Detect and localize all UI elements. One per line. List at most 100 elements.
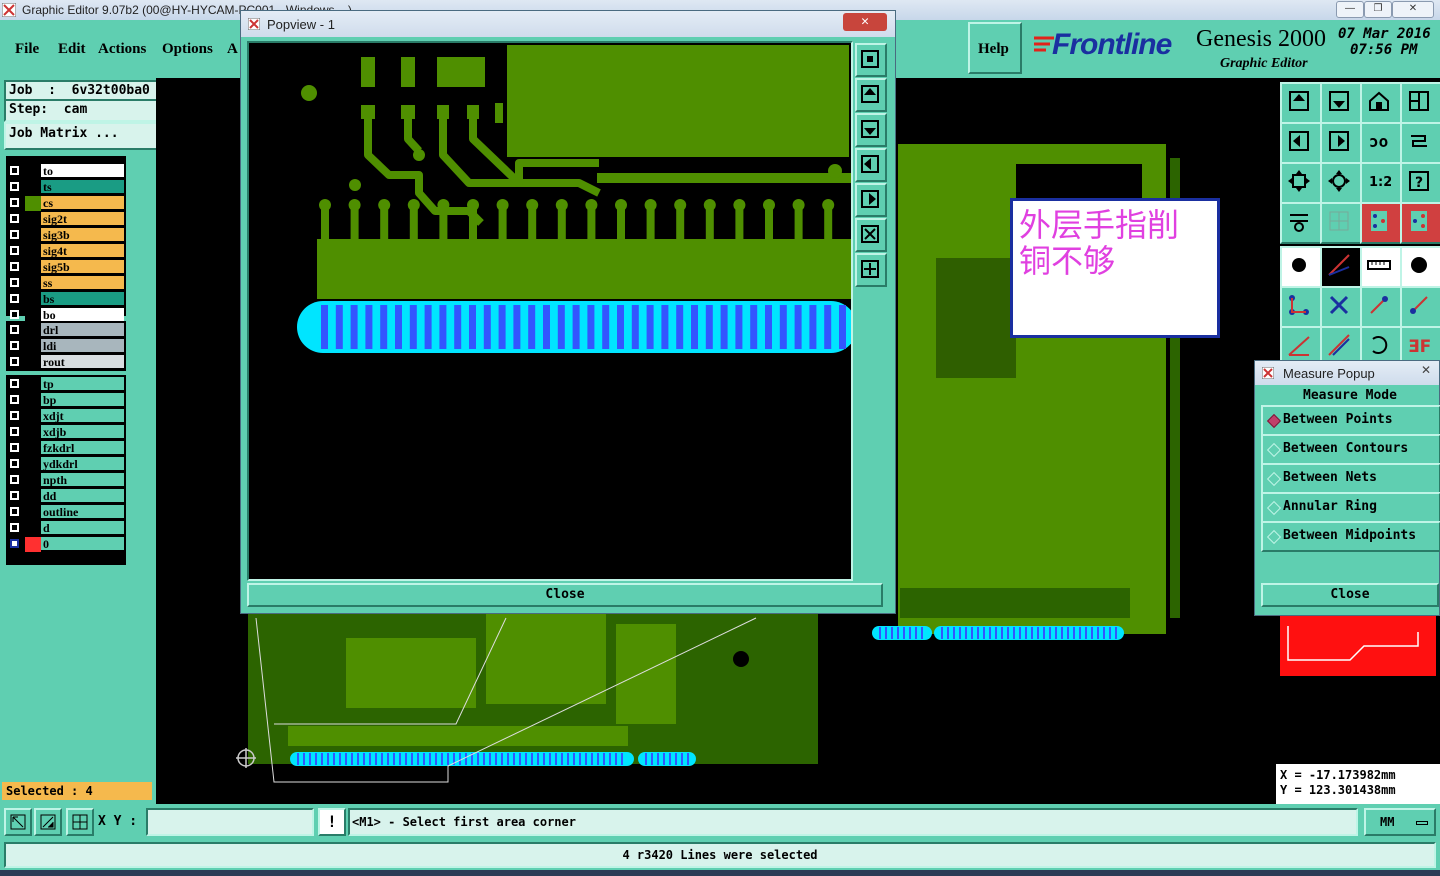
pad-tool[interactable] xyxy=(1280,246,1322,288)
layer-name[interactable]: dd xyxy=(41,489,124,503)
net-tool-2[interactable] xyxy=(1400,202,1440,244)
layer-name[interactable]: bp xyxy=(41,393,124,407)
layer-affected-marker[interactable] xyxy=(25,489,41,504)
layer-row-xdjt[interactable]: xdjt xyxy=(8,409,124,424)
measure-close-x-button[interactable]: ✕ xyxy=(1421,363,1431,377)
grid-mode-button[interactable] xyxy=(66,808,94,836)
layer-affected-marker[interactable] xyxy=(25,457,41,472)
layer-row-npth[interactable]: npth xyxy=(8,473,124,488)
zoom-home-button[interactable] xyxy=(855,43,887,77)
layer-name[interactable]: sig5b xyxy=(41,260,124,274)
layer-affected-marker[interactable] xyxy=(25,521,41,536)
layer-row-drl[interactable]: drl xyxy=(8,323,124,338)
layer-checkbox[interactable] xyxy=(10,214,19,223)
layer-checkbox[interactable] xyxy=(10,310,19,319)
layer-affected-marker[interactable] xyxy=(25,308,41,323)
layer-checkbox[interactable] xyxy=(10,443,19,452)
layer-row-0[interactable]: 0 xyxy=(8,537,124,552)
layer-name[interactable]: bs xyxy=(41,292,124,306)
layer-checkbox[interactable] xyxy=(10,459,19,468)
layer-name[interactable]: d xyxy=(41,521,124,535)
layer-affected-marker[interactable] xyxy=(25,260,41,275)
layer-affected-marker[interactable] xyxy=(25,180,41,195)
layer-name[interactable]: ydkdrl xyxy=(41,457,124,471)
layer-affected-marker[interactable] xyxy=(25,355,41,370)
layer-row-ldi[interactable]: ldi xyxy=(8,339,124,354)
layer-checkbox[interactable] xyxy=(10,523,19,532)
layer-row-outline[interactable]: outline xyxy=(8,505,124,520)
layer-row-sig3b[interactable]: sig3b xyxy=(8,228,124,243)
layer-name[interactable]: tp xyxy=(41,377,124,391)
layer-checkbox[interactable] xyxy=(10,357,19,366)
swap-tool[interactable] xyxy=(1400,122,1440,164)
layer-name[interactable]: fzkdrl xyxy=(41,441,124,455)
layer-affected-marker[interactable] xyxy=(25,377,41,392)
layer-checkbox[interactable] xyxy=(10,475,19,484)
layer-affected-marker[interactable] xyxy=(25,505,41,520)
snap-tool[interactable] xyxy=(1280,202,1322,244)
measure-option-between-midpoints[interactable]: Between Midpoints xyxy=(1261,521,1440,552)
layer-affected-marker[interactable] xyxy=(25,323,41,338)
layer-checkbox[interactable] xyxy=(10,427,19,436)
layer-name[interactable]: sig2t xyxy=(41,212,124,226)
layer-affected-marker[interactable] xyxy=(25,212,41,227)
layer-row-ydkdrl[interactable]: ydkdrl xyxy=(8,457,124,472)
layer-row-ss[interactable]: ss xyxy=(8,276,124,291)
layer-affected-marker[interactable] xyxy=(25,425,41,440)
zoom-in-button[interactable] xyxy=(855,218,887,252)
layer-name[interactable]: bo xyxy=(41,308,124,322)
layer-name[interactable]: drl xyxy=(41,323,124,337)
alert-icon[interactable]: ! xyxy=(318,808,346,836)
layer-row-sig4t[interactable]: sig4t xyxy=(8,244,124,259)
layer-row-bo[interactable]: bo xyxy=(8,308,124,323)
layer-checkbox[interactable] xyxy=(10,246,19,255)
layer-checkbox[interactable] xyxy=(10,198,19,207)
select-mode-button[interactable] xyxy=(4,808,32,836)
layer-row-to[interactable]: to xyxy=(8,164,124,179)
popview-canvas[interactable] xyxy=(247,41,857,581)
route-tool[interactable] xyxy=(1320,246,1362,288)
layer-affected-marker[interactable] xyxy=(25,473,41,488)
close-window-button[interactable]: ✕ xyxy=(1392,1,1434,18)
layer-name[interactable]: xdjt xyxy=(41,409,124,423)
layer-row-fzkdrl[interactable]: fzkdrl xyxy=(8,441,124,456)
menu-options[interactable]: Options xyxy=(162,41,213,58)
layer-affected-marker[interactable] xyxy=(25,393,41,408)
scale-tool[interactable]: 1:2 xyxy=(1360,162,1402,204)
measure-close-button[interactable]: Close xyxy=(1261,583,1439,607)
measure-option-between-contours[interactable]: Between Contours xyxy=(1261,434,1440,465)
layer-affected-marker[interactable] xyxy=(25,409,41,424)
measure-option-annular-ring[interactable]: Annular Ring xyxy=(1261,492,1440,523)
layer-checkbox[interactable] xyxy=(10,294,19,303)
menu-edit[interactable]: Edit xyxy=(58,41,86,58)
layer-checkbox[interactable] xyxy=(10,379,19,388)
layer-name[interactable]: rout xyxy=(41,355,124,369)
restore-button[interactable]: ❐ xyxy=(1364,1,1392,18)
minimize-button[interactable]: — xyxy=(1336,1,1364,18)
layer-row-bs[interactable]: bs xyxy=(8,292,124,307)
layer-checkbox[interactable] xyxy=(10,341,19,350)
job-matrix-button[interactable]: Job Matrix ... xyxy=(4,122,159,150)
layer-checkbox[interactable] xyxy=(10,262,19,271)
pan-right-button[interactable] xyxy=(855,183,887,217)
help-tool[interactable]: ? xyxy=(1400,162,1440,204)
menu-file[interactable]: File xyxy=(15,41,39,58)
line-tool-2[interactable] xyxy=(1400,286,1440,328)
layer-row-bp[interactable]: bp xyxy=(8,393,124,408)
layer-name[interactable]: ss xyxy=(41,276,124,290)
layer-checkbox[interactable] xyxy=(10,395,19,404)
pan-up-button[interactable] xyxy=(855,78,887,112)
layer-checkbox[interactable] xyxy=(10,230,19,239)
layer-name[interactable]: outline xyxy=(41,505,124,519)
layer-name[interactable]: sig3b xyxy=(41,228,124,242)
layer-checkbox[interactable] xyxy=(10,278,19,287)
ruler-tool[interactable] xyxy=(1360,246,1402,288)
snap-mode-button[interactable] xyxy=(34,808,62,836)
cross-tool[interactable] xyxy=(1320,286,1362,328)
layer-affected-marker[interactable] xyxy=(25,276,41,291)
layer-name[interactable]: ldi xyxy=(41,339,124,353)
layer-checkbox[interactable] xyxy=(10,411,19,420)
layer-affected-marker[interactable] xyxy=(25,196,41,211)
connect-tool[interactable] xyxy=(1280,286,1322,328)
xy-input[interactable] xyxy=(146,808,314,836)
